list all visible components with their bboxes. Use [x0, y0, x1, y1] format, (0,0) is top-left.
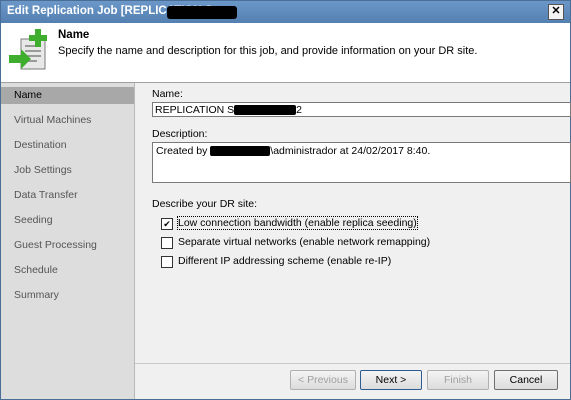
sidebar-item-name[interactable]: Name: [1, 87, 134, 104]
sidebar-item-summary[interactable]: Summary: [1, 287, 134, 304]
redacted-title-text: [167, 6, 237, 19]
option-separate-networks-label: Separate virtual networks (enable networ…: [178, 236, 431, 248]
redacted-name-text: [234, 105, 297, 116]
checkbox-different-ip[interactable]: [161, 256, 173, 268]
sidebar-item-virtual-machines[interactable]: Virtual Machines: [1, 112, 134, 129]
checkmark-icon[interactable]: ✔: [161, 218, 173, 230]
wizard-steps-sidebar: Name Virtual Machines Destination Job Se…: [1, 83, 135, 399]
option-different-ip-label: Different IP addressing scheme (enable r…: [178, 255, 392, 267]
finish-button[interactable]: Finish: [427, 370, 489, 390]
name-value: REPLICATION S: [155, 104, 235, 116]
dr-site-label: Describe your DR site:: [152, 198, 258, 210]
sidebar-item-seeding[interactable]: Seeding: [1, 212, 134, 229]
name-label: Name:: [152, 88, 183, 100]
cancel-button[interactable]: Cancel: [494, 370, 558, 390]
checkbox-separate-networks[interactable]: [161, 237, 173, 249]
description-textarea[interactable]: Created by \administrador at 24/02/2017 …: [152, 142, 571, 183]
edit-replication-job-window: Edit Replication Job [REPLICATION S ✕ Na…: [0, 0, 571, 400]
name-value-tail: 2: [296, 104, 302, 116]
redacted-description-text: [210, 146, 271, 157]
title-bar[interactable]: Edit Replication Job [REPLICATION S ✕: [1, 1, 570, 23]
wizard-content: Name: REPLICATION S 2 Description: Create…: [135, 83, 571, 363]
sidebar-item-guest-processing[interactable]: Guest Processing: [1, 237, 134, 254]
close-icon[interactable]: ✕: [548, 4, 564, 20]
name-input[interactable]: REPLICATION S 2: [152, 102, 571, 117]
page-description: Specify the name and description for thi…: [58, 45, 478, 57]
footer-divider: [135, 363, 570, 364]
sidebar-item-data-transfer[interactable]: Data Transfer: [1, 187, 134, 204]
option-low-bandwidth-label: Low connection bandwidth (enable replica…: [177, 216, 418, 230]
wizard-header: Name Specify the name and description fo…: [1, 23, 570, 83]
sidebar-item-destination[interactable]: Destination: [1, 137, 134, 154]
replication-job-icon: [9, 29, 47, 70]
previous-button[interactable]: < Previous: [290, 370, 356, 390]
description-suffix: \administrador at 24/02/2017 8:40.: [270, 145, 431, 157]
description-label: Description:: [152, 128, 208, 140]
sidebar-item-schedule[interactable]: Schedule: [1, 262, 134, 279]
sidebar-item-job-settings[interactable]: Job Settings: [1, 162, 134, 179]
description-prefix: Created by: [156, 145, 208, 157]
next-button[interactable]: Next >: [360, 370, 422, 390]
page-title: Name: [58, 29, 90, 41]
